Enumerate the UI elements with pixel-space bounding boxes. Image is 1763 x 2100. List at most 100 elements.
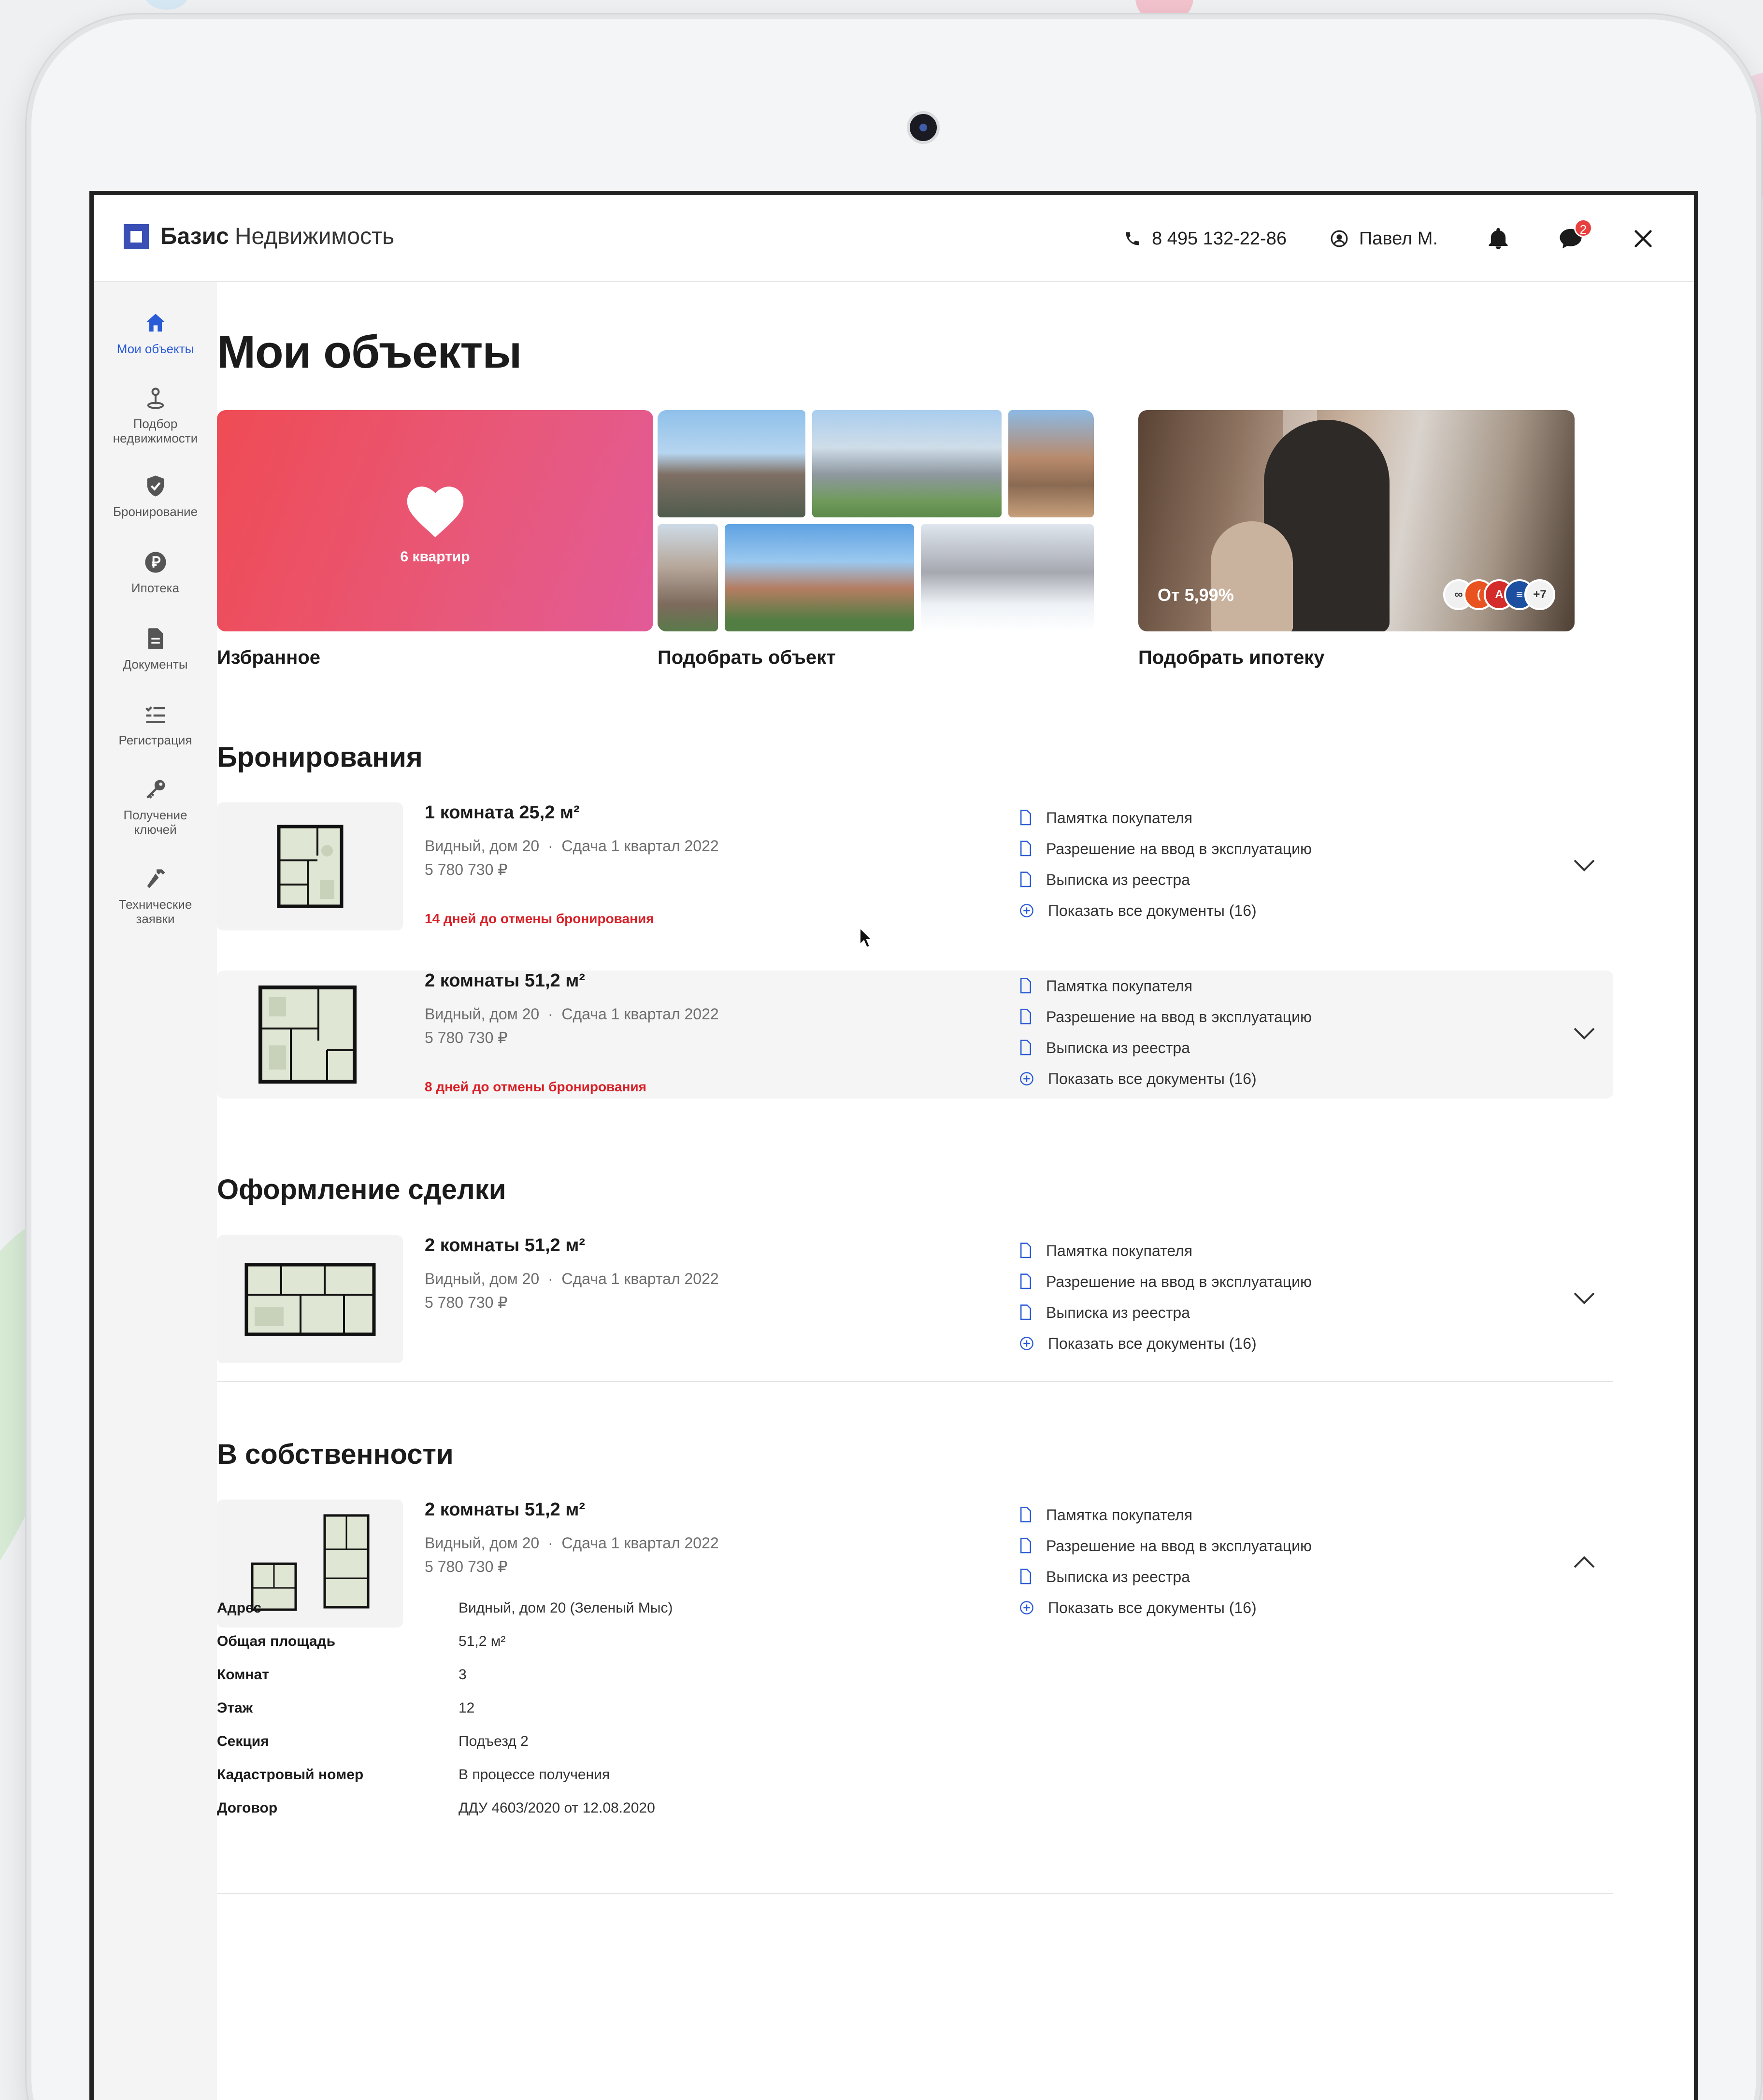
page-title: Мои объекты bbox=[217, 326, 522, 378]
section-title-owned: В собственности bbox=[217, 1439, 454, 1470]
detail-value: 51,2 м² bbox=[459, 1633, 506, 1649]
sidebar-item-label: Регистрация bbox=[118, 733, 192, 747]
brand-logo[interactable]: Базис Недвижимость bbox=[124, 223, 394, 250]
apartment-meta: Видный, дом 20 · Сдача 1 квартал 2022 bbox=[425, 837, 719, 855]
documents-list: Памятка покупателя Разрешение на ввод в … bbox=[1019, 802, 1312, 926]
favorites-count: 6 квартир bbox=[400, 549, 470, 565]
doc-link-permit[interactable]: Разрешение на ввод в эксплуатацию bbox=[1019, 1530, 1312, 1561]
apartment-title[interactable]: 1 комната 25,2 м² bbox=[425, 802, 580, 823]
sidebar-item-label: Технические заявки bbox=[118, 897, 192, 926]
sidebar-item-keys[interactable]: Получение ключей bbox=[94, 775, 217, 837]
expand-button[interactable] bbox=[1570, 856, 1599, 875]
apartment-address: Видный, дом 20 bbox=[425, 1270, 540, 1287]
brand-name: Базис bbox=[160, 224, 229, 249]
home-icon bbox=[146, 314, 165, 332]
apartment-meta: Видный, дом 20 · Сдача 1 квартал 2022 bbox=[425, 1005, 719, 1023]
collapse-button[interactable] bbox=[1570, 1553, 1599, 1572]
doc-link-label: Разрешение на ввод в эксплуатацию bbox=[1046, 1272, 1312, 1290]
sidebar-item-documents[interactable]: Документы bbox=[94, 624, 217, 671]
favorites-caption[interactable]: Избранное bbox=[217, 647, 320, 669]
doc-link-memo[interactable]: Памятка покупателя bbox=[1019, 802, 1312, 833]
show-all-docs-link[interactable]: Показать все документы (16) bbox=[1019, 1063, 1312, 1094]
apartment-title[interactable]: 2 комнаты 51,2 м² bbox=[425, 1500, 585, 1520]
detail-value: Подъезд 2 bbox=[459, 1733, 529, 1749]
location-pin-icon bbox=[147, 387, 164, 409]
doc-link-permit[interactable]: Разрешение на ввод в эксплуатацию bbox=[1019, 1001, 1312, 1032]
file-icon bbox=[1020, 1538, 1032, 1554]
building-photo bbox=[1008, 410, 1094, 517]
close-button[interactable] bbox=[1626, 222, 1660, 256]
apartment-meta: Видный, дом 20 · Сдача 1 квартал 2022 bbox=[425, 1534, 719, 1552]
apartment-address: Видный, дом 20 bbox=[425, 1005, 540, 1023]
doc-link-extract[interactable]: Выписка из реестра bbox=[1019, 864, 1312, 895]
expand-button[interactable] bbox=[1570, 1288, 1599, 1308]
file-icon bbox=[1020, 1009, 1032, 1025]
sidebar-item-label: Ипотека bbox=[131, 581, 180, 595]
doc-link-permit[interactable]: Разрешение на ввод в эксплуатацию bbox=[1019, 833, 1312, 864]
objects-collage[interactable] bbox=[658, 410, 1094, 631]
show-all-docs-link[interactable]: Показать все документы (16) bbox=[1019, 895, 1312, 926]
mouse-cursor-icon bbox=[860, 927, 873, 948]
doc-link-extract[interactable]: Выписка из реестра bbox=[1019, 1032, 1312, 1063]
child-silhouette bbox=[1211, 521, 1293, 631]
sidebar-item-property-search[interactable]: Подбор недвижимости bbox=[94, 384, 217, 445]
file-icon bbox=[1020, 978, 1032, 994]
more-banks-badge: +7 bbox=[1524, 579, 1555, 610]
detail-key: Этаж bbox=[217, 1700, 253, 1716]
detail-row: Общая площадь 51,2 м² bbox=[217, 1625, 673, 1658]
sidebar-item-label: Бронирование bbox=[113, 504, 198, 519]
building-photo bbox=[921, 524, 1094, 631]
apartment-title[interactable]: 2 комнаты 51,2 м² bbox=[425, 1235, 585, 1256]
doc-link-memo[interactable]: Памятка покупателя bbox=[1019, 1500, 1312, 1530]
favorites-card[interactable]: 6 квартир bbox=[217, 410, 653, 631]
booking-row[interactable]: 2 комнаты 51,2 м² Видный, дом 20 · Сдача… bbox=[217, 971, 1613, 1099]
mortgage-caption[interactable]: Подобрать ипотеку bbox=[1138, 647, 1324, 669]
detail-value: В процессе получения bbox=[459, 1766, 610, 1783]
doc-link-extract[interactable]: Выписка из реестра bbox=[1019, 1561, 1312, 1592]
doc-link-memo[interactable]: Памятка покупателя bbox=[1019, 971, 1312, 1001]
sidebar-item-label: Получение ключей bbox=[123, 808, 187, 837]
chevron-up-icon bbox=[1574, 1556, 1595, 1568]
doc-link-memo[interactable]: Памятка покупателя bbox=[1019, 1235, 1312, 1266]
bell-icon bbox=[1489, 228, 1508, 249]
section-title-deal: Оформление сделки bbox=[217, 1174, 506, 1205]
doc-link-extract[interactable]: Выписка из реестра bbox=[1019, 1297, 1312, 1328]
sidebar-item-registration[interactable]: Регистрация bbox=[94, 700, 217, 747]
doc-link-permit[interactable]: Разрешение на ввод в эксплуатацию bbox=[1019, 1266, 1312, 1297]
deal-row[interactable]: 2 комнаты 51,2 м² Видный, дом 20 · Сдача… bbox=[217, 1235, 1613, 1363]
brand-suffix: Недвижимость bbox=[234, 224, 395, 249]
apartment-price: 5 780 730 ₽ bbox=[425, 1558, 508, 1575]
sidebar-item-my-objects[interactable]: Мои объекты bbox=[94, 309, 217, 356]
building-photo bbox=[658, 524, 718, 631]
objects-caption[interactable]: Подобрать объект bbox=[658, 647, 836, 669]
detail-row: Договор ДДУ 4603/2020 от 12.08.2020 bbox=[217, 1791, 673, 1825]
messages-button[interactable]: 2 bbox=[1554, 219, 1592, 256]
booking-row[interactable]: 1 комната 25,2 м² Видный, дом 20 · Сдача… bbox=[217, 802, 1613, 930]
show-all-docs-link[interactable]: Показать все документы (16) bbox=[1019, 1328, 1312, 1359]
doc-link-label: Разрешение на ввод в эксплуатацию bbox=[1046, 1008, 1312, 1026]
top-bar: Базис Недвижимость 8 495 132-22-86 Павел… bbox=[94, 195, 1694, 282]
logo-square-icon bbox=[124, 224, 149, 249]
notifications-button[interactable] bbox=[1481, 222, 1515, 256]
detail-row: Секция Подъезд 2 bbox=[217, 1725, 673, 1758]
doc-link-label: Выписка из реестра bbox=[1046, 1568, 1190, 1586]
doc-link-label: Показать все документы (16) bbox=[1048, 1599, 1257, 1616]
apartment-meta: Видный, дом 20 · Сдача 1 квартал 2022 bbox=[425, 1270, 719, 1287]
sidebar-item-booking[interactable]: Бронирование bbox=[94, 471, 217, 519]
sidebar-item-tech-requests[interactable]: Технические заявки bbox=[94, 864, 217, 926]
phone-link[interactable]: 8 495 132-22-86 bbox=[1124, 229, 1287, 249]
expand-button[interactable] bbox=[1570, 1024, 1599, 1043]
user-menu[interactable]: Павел М. bbox=[1330, 229, 1438, 249]
file-icon bbox=[1020, 1507, 1032, 1523]
show-all-docs-link[interactable]: Показать все документы (16) bbox=[1019, 1592, 1312, 1623]
doc-link-label: Выписка из реестра bbox=[1046, 871, 1190, 888]
sidebar-item-mortgage[interactable]: Ипотека bbox=[94, 548, 217, 595]
mortgage-card[interactable]: От 5,99% ∞ ( A ≡ +7 bbox=[1138, 410, 1575, 631]
apartment-price: 5 780 730 ₽ bbox=[425, 1294, 508, 1311]
doc-link-label: Выписка из реестра bbox=[1046, 1039, 1190, 1057]
file-icon bbox=[1020, 1040, 1032, 1056]
apartment-title[interactable]: 2 комнаты 51,2 м² bbox=[425, 971, 585, 991]
apartment-address: Видный, дом 20 bbox=[425, 1534, 540, 1552]
detail-key: Адрес bbox=[217, 1600, 262, 1616]
phone-number: 8 495 132-22-86 bbox=[1152, 228, 1287, 249]
